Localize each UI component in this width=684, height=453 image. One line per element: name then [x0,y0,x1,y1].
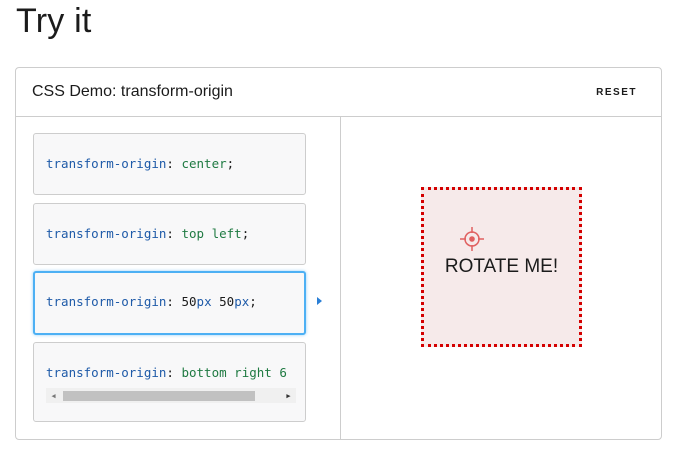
code-choices-panel: transform-origin: center; transform-orig… [16,117,341,439]
choice-top-left[interactable]: transform-origin: top left; [33,203,306,265]
css-value: top left [181,226,242,241]
horizontal-scrollbar[interactable]: ◀ ▶ [46,388,296,403]
choice-50px-50px[interactable]: transform-origin: 50px 50px; [33,271,306,335]
crosshair-icon [460,227,484,251]
scroll-right-arrow-icon[interactable]: ▶ [281,388,296,403]
demo-body: transform-origin: center; transform-orig… [16,117,661,439]
output-panel: ROTATE ME! [341,117,661,439]
caret-right-icon [317,297,322,305]
page-title: Try it [16,2,92,40]
scroll-left-arrow-icon[interactable]: ◀ [46,388,61,403]
css-value: center [181,156,227,171]
demo-header: CSS Demo: transform-origin RESET [16,68,661,117]
css-property: transform-origin [46,294,167,309]
choice-code: transform-origin: 50px 50px; [46,294,257,309]
css-value: bottom right 6 [181,365,287,380]
choice-code: transform-origin: center; [46,156,235,171]
choice-code: transform-origin: bottom right 6 [46,365,287,380]
scrollbar-thumb[interactable] [63,391,255,401]
reset-button[interactable]: RESET [596,83,637,102]
css-property: transform-origin [46,156,167,171]
choice-bottom-right[interactable]: transform-origin: bottom right 6 ◀ ▶ [33,342,306,422]
css-property: transform-origin [46,365,167,380]
choice-code: transform-origin: top left; [46,226,250,241]
demo-title: CSS Demo: transform-origin [32,83,233,100]
choice-center[interactable]: transform-origin: center; [33,133,306,195]
css-property: transform-origin [46,226,167,241]
interactive-demo: CSS Demo: transform-origin RESET transfo… [15,67,662,440]
rotate-target-box: ROTATE ME! [421,187,582,347]
rotate-me-label: ROTATE ME! [444,256,559,277]
